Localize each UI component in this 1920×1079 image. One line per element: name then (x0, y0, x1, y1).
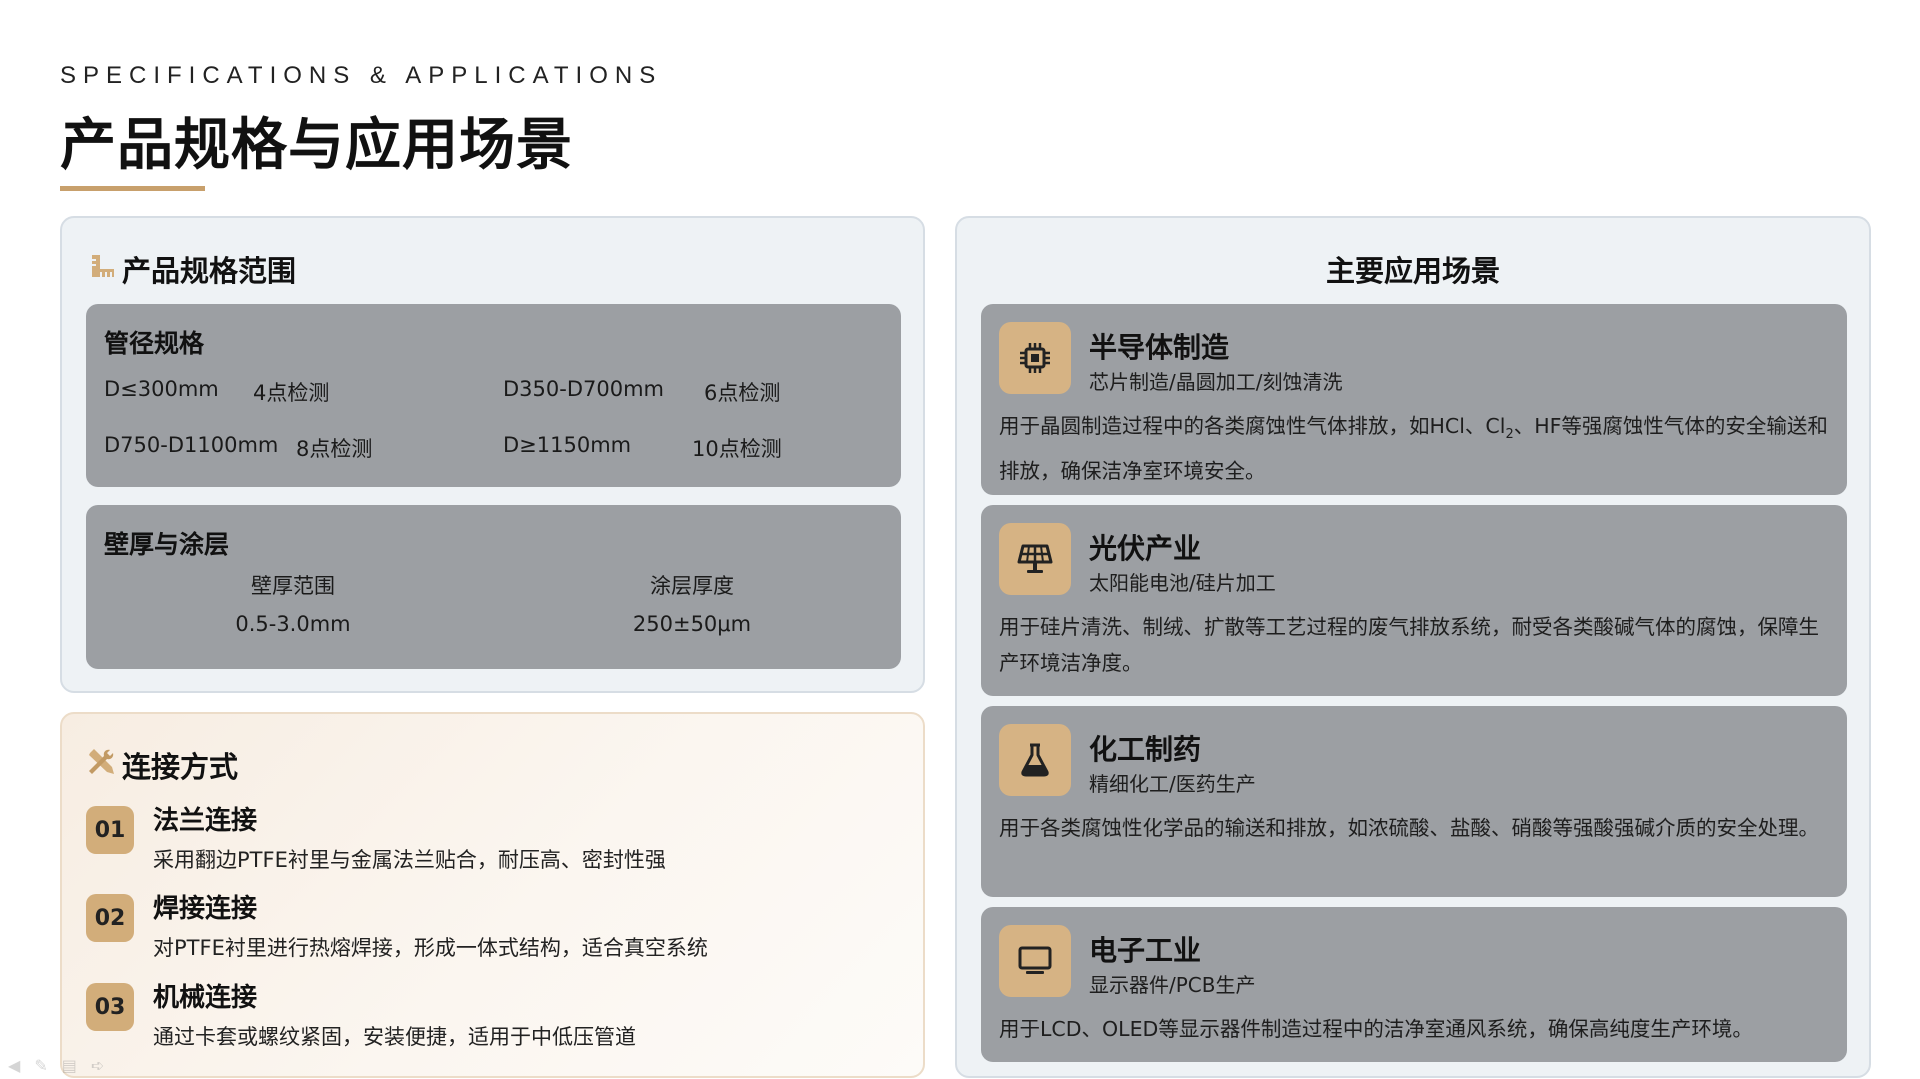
application-subtitle: 芯片制造/晶圆加工/刻蚀清洗 (1089, 370, 1343, 394)
application-card: 电子工业 显示器件/PCB生产 用于LCD、OLED等显示器件制造过程中的洁净室… (981, 907, 1847, 1062)
spec-heading-label: 产品规格范围 (122, 254, 297, 288)
spec-panel: 产品规格范围 管径规格 D≤300mm 4点检测 D350-D700mm 6点检… (60, 216, 925, 693)
connection-item-desc: 对PTFE衬里进行热熔焊接，形成一体式结构，适合真空系统 (153, 936, 708, 960)
connection-panel-heading: 连接方式 (86, 744, 238, 786)
coating-thickness-label: 涂层厚度 (650, 574, 734, 598)
ruler-icon (90, 252, 116, 286)
pen-icon[interactable]: ✎ (34, 1056, 47, 1075)
menu-icon[interactable]: ▤ (62, 1056, 77, 1075)
application-desc: 用于硅片清洗、制绒、扩散等工艺过程的废气排放系统，耐受各类酸碱气体的腐蚀，保障生… (999, 615, 1819, 675)
application-subtitle: 精细化工/医药生产 (1089, 772, 1256, 796)
application-subtitle: 太阳能电池/硅片加工 (1089, 571, 1276, 595)
flask-icon (999, 724, 1071, 796)
application-card: 光伏产业 太阳能电池/硅片加工 用于硅片清洗、制绒、扩散等工艺过程的废气排放系统… (981, 505, 1847, 696)
application-title: 电子工业 (1089, 934, 1202, 967)
application-desc: 用于LCD、OLED等显示器件制造过程中的洁净室通风系统，确保高纯度生产环境。 (999, 1017, 1753, 1041)
application-panel: 主要应用场景 半导体制造 芯片制造/晶圆加工/刻蚀清洗 用于晶圆制造过程中的各类… (955, 216, 1871, 1078)
application-title: 化工制药 (1089, 733, 1202, 766)
tools-icon (86, 747, 116, 784)
connection-heading-label: 连接方式 (122, 750, 239, 784)
pipe-points-cell: 8点检测 (296, 437, 373, 461)
page-title: 产品规格与应用场景 (60, 113, 573, 178)
application-desc: 用于各类腐蚀性化学品的输送和排放，如浓硫酸、盐酸、硝酸等强酸强碱介质的安全处理。 (999, 816, 1819, 840)
connection-item-title: 机械连接 (153, 983, 258, 1013)
item-number-badge: 02 (86, 894, 134, 942)
wall-coating-card: 壁厚与涂层 壁厚范围 涂层厚度 0.5-3.0mm 250±50μm (86, 505, 901, 669)
pipe-spec-title: 管径规格 (104, 329, 205, 358)
spec-panel-heading: 产品规格范围 (90, 248, 296, 290)
monitor-icon (999, 925, 1071, 997)
connection-item-title: 焊接连接 (153, 894, 258, 924)
application-title: 半导体制造 (1089, 331, 1230, 364)
pipe-points-cell: 10点检测 (692, 437, 782, 461)
pipe-points-cell: 4点检测 (253, 381, 330, 405)
application-panel-heading: 主要应用场景 (1325, 254, 1500, 288)
item-number-badge: 03 (86, 983, 134, 1031)
pipe-size-cell: D350-D700mm (503, 377, 664, 401)
solar-panel-icon (999, 523, 1071, 595)
coating-thickness-value: 250±50μm (632, 612, 752, 636)
previous-arrow-icon[interactable]: ◀ (8, 1056, 20, 1075)
connection-item-desc: 通过卡套或螺纹紧固，安装便捷，适用于中低压管道 (153, 1025, 636, 1049)
pipe-spec-card: 管径规格 D≤300mm 4点检测 D350-D700mm 6点检测 D750-… (86, 304, 901, 487)
wall-thickness-label: 壁厚范围 (251, 574, 335, 598)
connection-item-title: 法兰连接 (153, 806, 258, 836)
title-accent-bar (60, 186, 205, 191)
application-subtitle: 显示器件/PCB生产 (1089, 973, 1256, 997)
application-card: 半导体制造 芯片制造/晶圆加工/刻蚀清洗 用于晶圆制造过程中的各类腐蚀性气体排放… (981, 304, 1847, 495)
slide-nav-controls[interactable]: ◀ ✎ ▤ ➪ (8, 1056, 104, 1075)
wall-coating-title: 壁厚与涂层 (104, 530, 230, 559)
application-desc: 用于晶圆制造过程中的各类腐蚀性气体排放，如HCl、Cl2、HF等强腐蚀性气体的安… (999, 414, 1828, 484)
pipe-size-cell: D≤300mm (104, 377, 219, 401)
application-title: 光伏产业 (1089, 532, 1202, 565)
item-number-badge: 01 (86, 806, 134, 854)
next-arrow-icon[interactable]: ➪ (91, 1056, 104, 1075)
pipe-points-cell: 6点检测 (704, 381, 781, 405)
pipe-size-cell: D≥1150mm (503, 433, 632, 457)
chip-icon (999, 322, 1071, 394)
connection-item-desc: 采用翻边PTFE衬里与金属法兰贴合，耐压高、密封性强 (153, 848, 666, 872)
pipe-size-cell: D750-D1100mm (104, 433, 279, 457)
wall-thickness-value: 0.5-3.0mm (235, 612, 351, 636)
connection-panel: 连接方式 01 法兰连接 采用翻边PTFE衬里与金属法兰贴合，耐压高、密封性强 … (60, 712, 925, 1078)
application-card: 化工制药 精细化工/医药生产 用于各类腐蚀性化学品的输送和排放，如浓硫酸、盐酸、… (981, 706, 1847, 897)
kicker-text: SPECIFICATIONS & APPLICATIONS (60, 62, 663, 89)
